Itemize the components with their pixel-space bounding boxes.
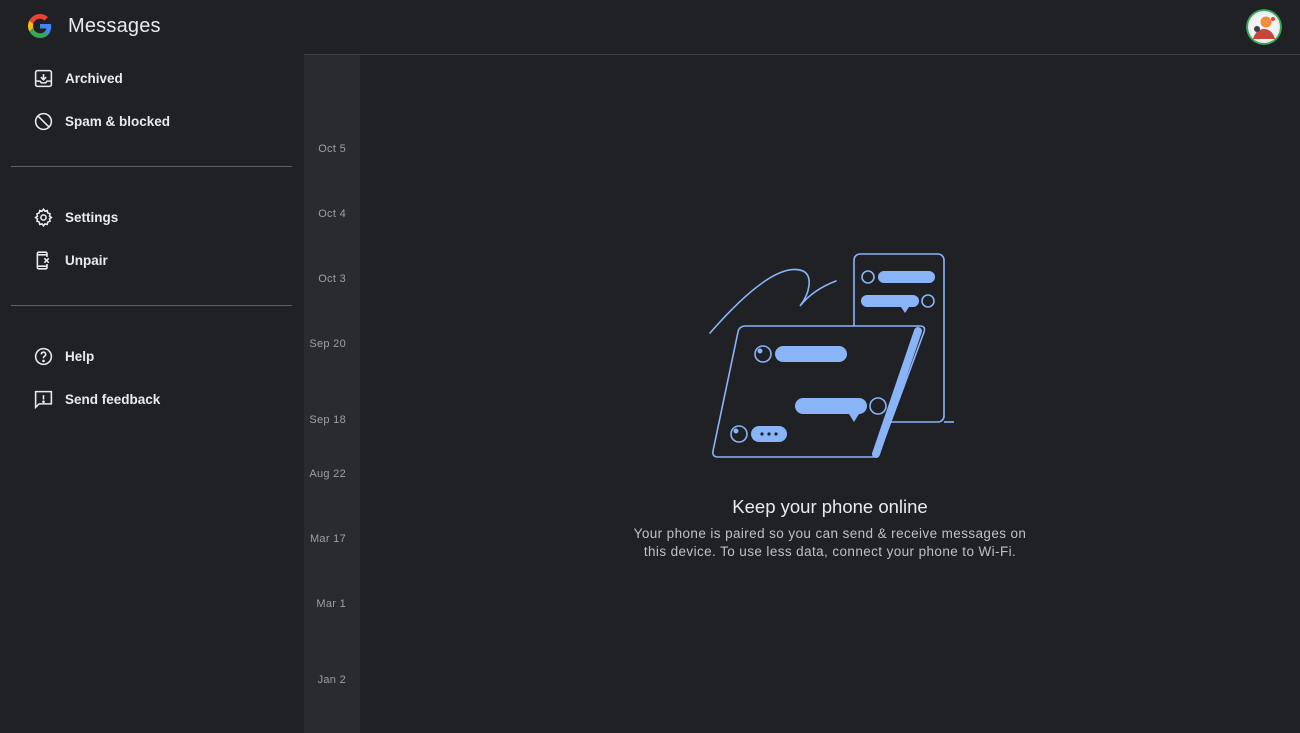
menu-item-send-feedback[interactable]: Send feedback	[0, 378, 304, 421]
menu-item-spam-blocked[interactable]: Spam & blocked	[0, 100, 304, 143]
conversation-date[interactable]: Sep 18	[309, 414, 346, 426]
account-avatar[interactable]	[1246, 9, 1282, 45]
unpair-phone-icon	[36, 251, 50, 270]
app-title: Messages	[68, 14, 161, 37]
menu-label-settings: Settings	[65, 210, 119, 225]
block-icon	[34, 112, 53, 131]
brand: Messages	[28, 12, 161, 40]
phone-chat-illustration	[709, 253, 954, 458]
conversation-date[interactable]: Mar 17	[310, 533, 346, 545]
menu-group-2: Settings Unpair	[0, 196, 304, 282]
avatar-image	[1246, 9, 1282, 45]
empty-state-headline: Keep your phone online	[732, 496, 928, 517]
conversation-date-column: Oct 5 Oct 4 Oct 3 Sep 20 Sep 18 Aug 22 M…	[304, 55, 360, 733]
conversation-date[interactable]: Oct 3	[318, 273, 346, 285]
menu-item-unpair[interactable]: Unpair	[0, 239, 304, 282]
menu-item-settings[interactable]: Settings	[0, 196, 304, 239]
menu-item-help[interactable]: Help	[0, 335, 304, 378]
help-icon	[34, 347, 53, 366]
main-panel: Keep your phone online Your phone is pai…	[360, 55, 1300, 733]
conversation-date[interactable]: Aug 22	[309, 468, 346, 480]
conversation-date[interactable]: Oct 4	[318, 208, 346, 220]
feedback-icon	[34, 390, 53, 410]
conversation-date[interactable]: Mar 1	[316, 598, 346, 610]
gear-icon	[34, 207, 53, 228]
menu-group-1: Archived Spam & blocked	[0, 57, 304, 143]
empty-state-body: Your phone is paired so you can send & r…	[633, 526, 1027, 559]
menu-label-unpair: Unpair	[65, 253, 108, 268]
conversation-date[interactable]: Sep 20	[309, 338, 346, 350]
menu-label-help: Help	[65, 349, 95, 364]
menu-label-spam: Spam & blocked	[65, 114, 171, 129]
conversation-date[interactable]: Oct 5	[318, 143, 346, 155]
divider	[11, 305, 292, 306]
menu-label-feedback: Send feedback	[65, 392, 161, 407]
top-bar	[304, 0, 1300, 55]
menu-label-archived: Archived	[65, 71, 123, 86]
google-logo-icon	[28, 14, 52, 38]
divider	[11, 166, 292, 167]
sidebar: Messages Archived Spam & blocked Setting…	[0, 0, 304, 733]
conversation-date[interactable]: Jan 2	[318, 674, 346, 686]
menu-item-archived[interactable]: Archived	[0, 57, 304, 100]
menu-group-3: Help Send feedback	[0, 335, 304, 421]
archive-icon	[34, 69, 53, 88]
